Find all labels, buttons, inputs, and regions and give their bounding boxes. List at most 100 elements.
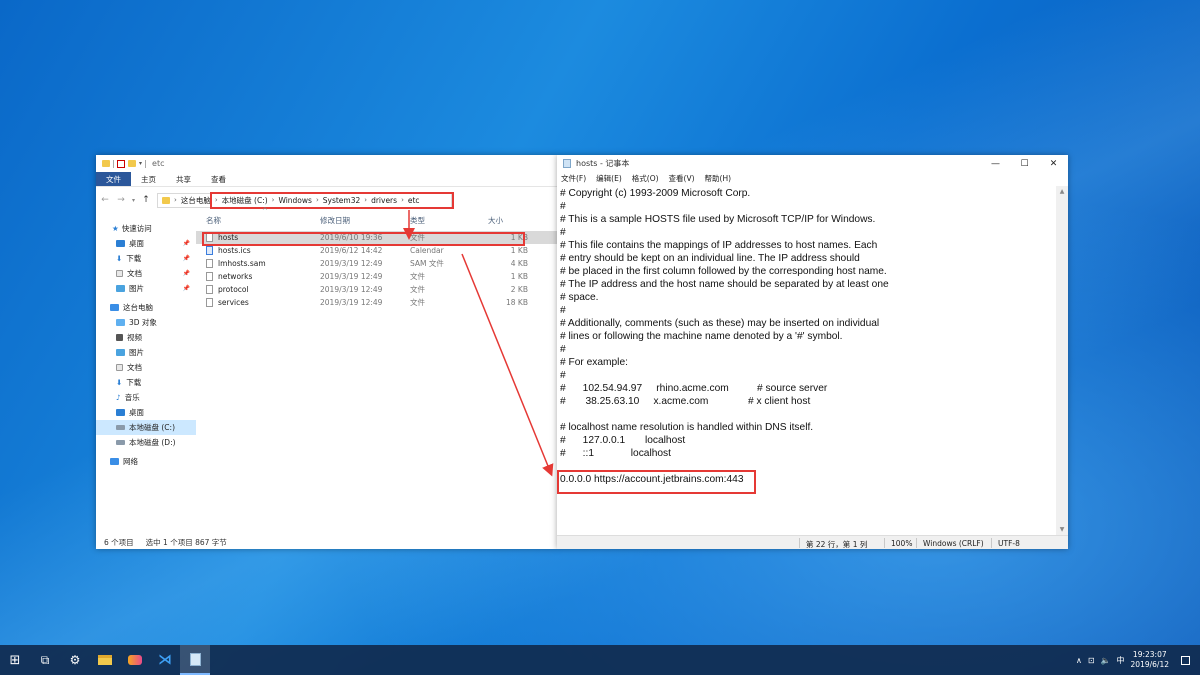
pin-icon[interactable]: 📌 — [183, 240, 190, 247]
nav-desktop-pc[interactable]: 桌面 — [96, 405, 196, 420]
notepad-icon — [563, 159, 571, 168]
nav-3d-objects[interactable]: 3D 对象 — [96, 315, 196, 330]
download-icon: ⬇ — [116, 254, 123, 263]
clock[interactable]: 19:23:07 2019/6/12 — [1131, 650, 1169, 670]
pin-icon[interactable]: 📌 — [183, 285, 190, 292]
task-view-button[interactable]: ⧉ — [30, 645, 60, 675]
nav-documents[interactable]: 文档 📌 — [96, 266, 196, 281]
nav-documents-pc[interactable]: 文档 — [96, 360, 196, 375]
network-icon[interactable]: ⊡ — [1088, 656, 1095, 665]
music-icon: ♪ — [116, 393, 121, 402]
selection-info: 选中 1 个项目 867 字节 — [145, 537, 227, 547]
pin-icon[interactable]: 📌 — [183, 255, 190, 262]
address-highlight-box — [210, 191, 455, 209]
browser-taskbar-icon[interactable] — [120, 645, 150, 675]
star-icon: ★ — [112, 224, 119, 233]
column-size[interactable]: 大小 — [484, 215, 528, 226]
nav-pictures[interactable]: 图片 📌 — [96, 281, 196, 296]
navigation-bar: ← → ▾ ↑ › 这台电脑 › 本地磁盘 (C:) › Windows › S… — [96, 187, 557, 213]
navigation-pane[interactable]: ★ 快速访问 桌面 📌 ⬇ 下载 📌 文档 📌 图片 📌 这台电脑 3D 对象 视频 图片 … — [96, 213, 196, 535]
column-type[interactable]: 类型 — [410, 215, 484, 226]
nav-music[interactable]: ♪ 音乐 — [96, 390, 196, 405]
properties-icon[interactable] — [117, 159, 125, 168]
document-icon — [116, 270, 123, 277]
tab-home[interactable]: 主页 — [131, 172, 166, 186]
file-explorer-taskbar-icon[interactable] — [90, 645, 120, 675]
nav-drive-c[interactable]: 本地磁盘 (C:) — [96, 420, 196, 435]
column-date[interactable]: 修改日期 — [320, 215, 410, 226]
tab-file[interactable]: 文件 — [96, 172, 131, 186]
maximize-button[interactable]: ☐ — [1010, 155, 1039, 172]
nav-network[interactable]: 网络 — [96, 454, 196, 469]
nav-pictures-pc[interactable]: 图片 — [96, 345, 196, 360]
forward-button[interactable]: → — [116, 195, 126, 205]
menu-format[interactable]: 格式(O) — [632, 173, 659, 184]
drive-icon — [116, 440, 125, 445]
notification-icon[interactable] — [1181, 655, 1190, 665]
settings-gear-icon[interactable]: ⚙ — [60, 645, 90, 675]
hosts-highlight-box — [202, 232, 525, 246]
drive-icon — [116, 425, 125, 430]
item-count: 6 个项目 — [104, 537, 134, 547]
download-icon: ⬇ — [116, 378, 123, 387]
line-ending: Windows (CRLF) — [923, 539, 984, 548]
ime-indicator[interactable]: 中 — [1117, 655, 1125, 666]
sort-up-icon: ^ — [262, 207, 268, 215]
nav-desktop[interactable]: 桌面 📌 — [96, 236, 196, 251]
menu-help[interactable]: 帮助(H) — [705, 173, 732, 184]
volume-icon[interactable]: 🔈 — [1101, 656, 1111, 665]
window-title: etc — [152, 159, 165, 168]
vertical-scrollbar[interactable]: ▲ ▼ — [1056, 186, 1068, 535]
tray-overflow-chevron-icon[interactable]: ∧ — [1076, 656, 1082, 665]
nav-downloads-pc[interactable]: ⬇ 下载 — [96, 375, 196, 390]
back-button[interactable]: ← — [100, 195, 110, 205]
up-button[interactable]: ↑ — [141, 195, 151, 205]
file-row-protocol[interactable]: protocol 2019/3/19 12:49 文件 2 KB — [196, 283, 557, 296]
new-folder-icon[interactable] — [128, 160, 136, 167]
file-list[interactable]: ^ 名称 修改日期 类型 大小 hosts 2019/6/10 19:36 文件… — [196, 207, 557, 535]
folder-icon — [102, 160, 110, 167]
address-bar[interactable]: › 这台电脑 › 本地磁盘 (C:) › Windows › System32 … — [157, 191, 455, 209]
file-icon — [206, 285, 213, 294]
scroll-down-icon[interactable]: ▼ — [1056, 526, 1068, 533]
explorer-titlebar[interactable]: ▾ etc — [96, 155, 557, 172]
desktop-icon — [116, 409, 125, 416]
network-icon — [110, 458, 119, 465]
nav-quick-access[interactable]: ★ 快速访问 — [96, 221, 196, 236]
calendar-file-icon — [206, 246, 213, 255]
close-button[interactable]: ✕ — [1039, 155, 1068, 172]
cube-icon — [116, 319, 125, 326]
notepad-taskbar-icon[interactable] — [180, 645, 210, 675]
notepad-titlebar[interactable]: hosts - 记事本 — ☐ ✕ — [557, 155, 1068, 172]
nav-drive-d[interactable]: 本地磁盘 (D:) — [96, 435, 196, 450]
menu-file[interactable]: 文件(F) — [561, 173, 586, 184]
tab-share[interactable]: 共享 — [166, 172, 201, 186]
menu-view[interactable]: 查看(V) — [669, 173, 695, 184]
nav-videos[interactable]: 视频 — [96, 330, 196, 345]
encoding: UTF-8 — [998, 539, 1020, 548]
file-icon — [206, 272, 213, 281]
picture-icon — [116, 349, 125, 356]
file-row-lmhosts[interactable]: lmhosts.sam 2019/3/19 12:49 SAM 文件 4 KB — [196, 257, 557, 270]
scroll-up-icon[interactable]: ▲ — [1056, 188, 1068, 195]
menu-edit[interactable]: 编辑(E) — [596, 173, 622, 184]
minimize-button[interactable]: — — [981, 155, 1010, 172]
nav-downloads[interactable]: ⬇ 下载 📌 — [96, 251, 196, 266]
jetbrains-line-highlight-box — [557, 470, 756, 494]
start-button[interactable]: ⊞ — [0, 645, 30, 675]
nav-this-pc[interactable]: 这台电脑 — [96, 300, 196, 315]
taskbar: ⊞ ⧉ ⚙ ⋊ ∧ ⊡ 🔈 中 19:23:07 2019/6/12 — [0, 645, 1200, 675]
column-name[interactable]: 名称 — [196, 215, 320, 226]
tab-view[interactable]: 查看 — [201, 172, 236, 186]
file-row-networks[interactable]: networks 2019/3/19 12:49 文件 1 KB — [196, 270, 557, 283]
clock-date: 2019/6/12 — [1130, 660, 1169, 669]
recent-locations-chevron-icon[interactable]: ▾ — [132, 197, 135, 204]
file-row-services[interactable]: services 2019/3/19 12:49 文件 18 KB — [196, 296, 557, 309]
pin-icon[interactable]: 📌 — [183, 270, 190, 277]
notepad-statusbar: 第 22 行，第 1 列 100% Windows (CRLF) UTF-8 — [557, 535, 1068, 549]
document-icon — [116, 364, 123, 371]
breadcrumb-this-pc[interactable]: 这台电脑 — [181, 195, 211, 206]
file-explorer-window[interactable]: ▾ etc 文件 主页 共享 查看 ← → ▾ ↑ › 这台电脑 › 本地磁盘 … — [96, 155, 557, 549]
vscode-taskbar-icon[interactable]: ⋊ — [150, 645, 180, 675]
chevron-down-icon[interactable]: ▾ — [139, 160, 142, 167]
